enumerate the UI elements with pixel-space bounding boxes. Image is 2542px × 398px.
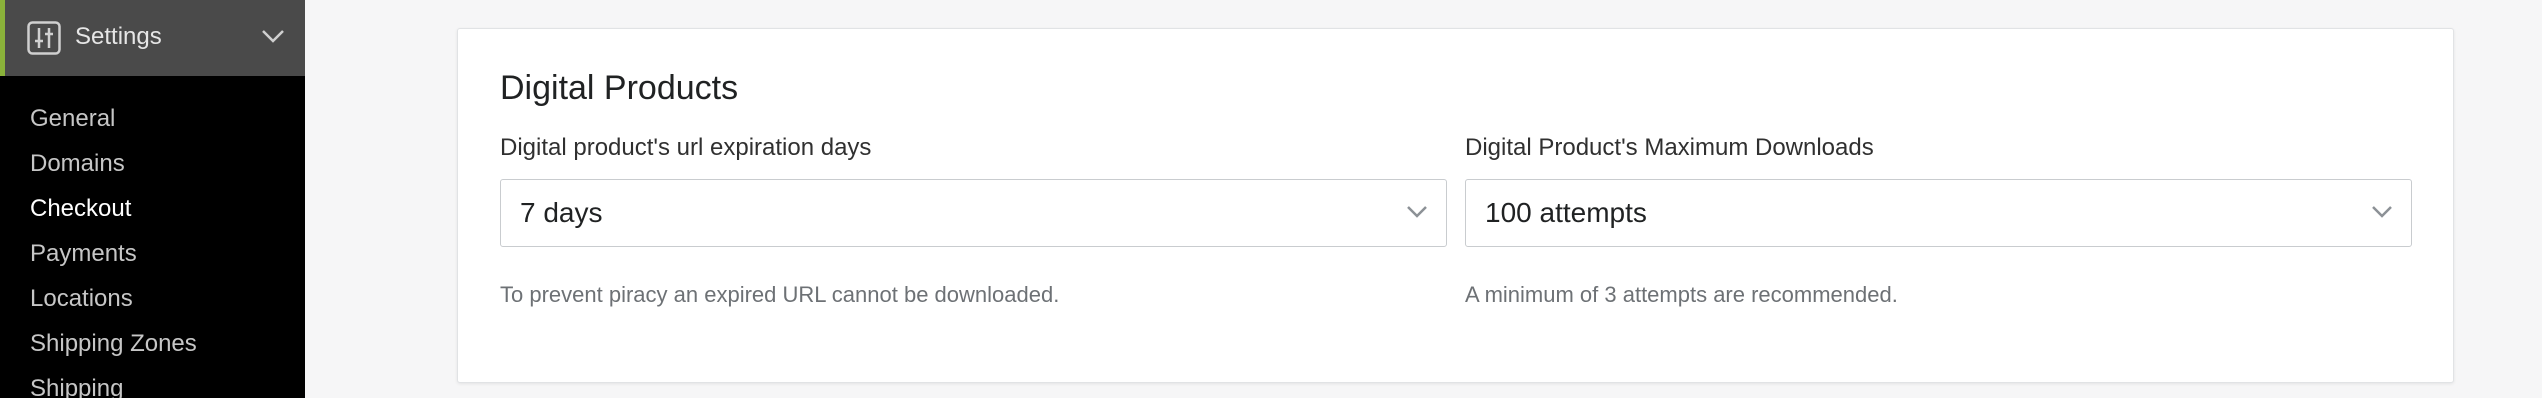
- expiration-days-select[interactable]: 7 days: [500, 179, 1447, 247]
- sidebar-item-payments[interactable]: Payments: [0, 231, 305, 276]
- maximum-downloads-label: Digital Product's Maximum Downloads: [1465, 134, 1874, 161]
- sliders-icon: [27, 21, 61, 55]
- maximum-downloads-select[interactable]: 100 attempts: [1465, 179, 2412, 247]
- settings-nav: General Domains Checkout Payments Locati…: [0, 96, 305, 398]
- chevron-down-icon[interactable]: [261, 28, 285, 44]
- sidebar-item-domains[interactable]: Domains: [0, 141, 305, 186]
- settings-label: Settings: [75, 23, 162, 50]
- chevron-down-icon: [2372, 206, 2392, 218]
- maximum-downloads-value: 100 attempts: [1485, 197, 1647, 228]
- sidebar-item-checkout[interactable]: Checkout: [0, 186, 305, 231]
- chevron-down-icon: [1407, 206, 1427, 218]
- card-title: Digital Products: [500, 69, 739, 107]
- maximum-downloads-field: Digital Product's Maximum Downloads 100 …: [1465, 133, 2412, 309]
- sidebar: Settings General Domains Checkout Paymen…: [0, 0, 305, 398]
- maximum-downloads-help-text: A minimum of 3 attempts are recommended.: [1465, 282, 1898, 307]
- expiration-days-label: Digital product's url expiration days: [500, 134, 872, 161]
- sidebar-item-locations[interactable]: Locations: [0, 276, 305, 321]
- digital-products-card: Digital Products Digital product's url e…: [457, 28, 2454, 383]
- expiration-days-help-text: To prevent piracy an expired URL cannot …: [500, 282, 1060, 307]
- expiration-days-field: Digital product's url expiration days 7 …: [500, 133, 1447, 309]
- settings-menu-toggle[interactable]: Settings: [0, 0, 305, 76]
- sidebar-item-general[interactable]: General: [0, 96, 305, 141]
- sidebar-item-shipping[interactable]: Shipping: [0, 366, 305, 398]
- sidebar-item-shipping-zones[interactable]: Shipping Zones: [0, 321, 305, 366]
- expiration-days-value: 7 days: [520, 197, 603, 228]
